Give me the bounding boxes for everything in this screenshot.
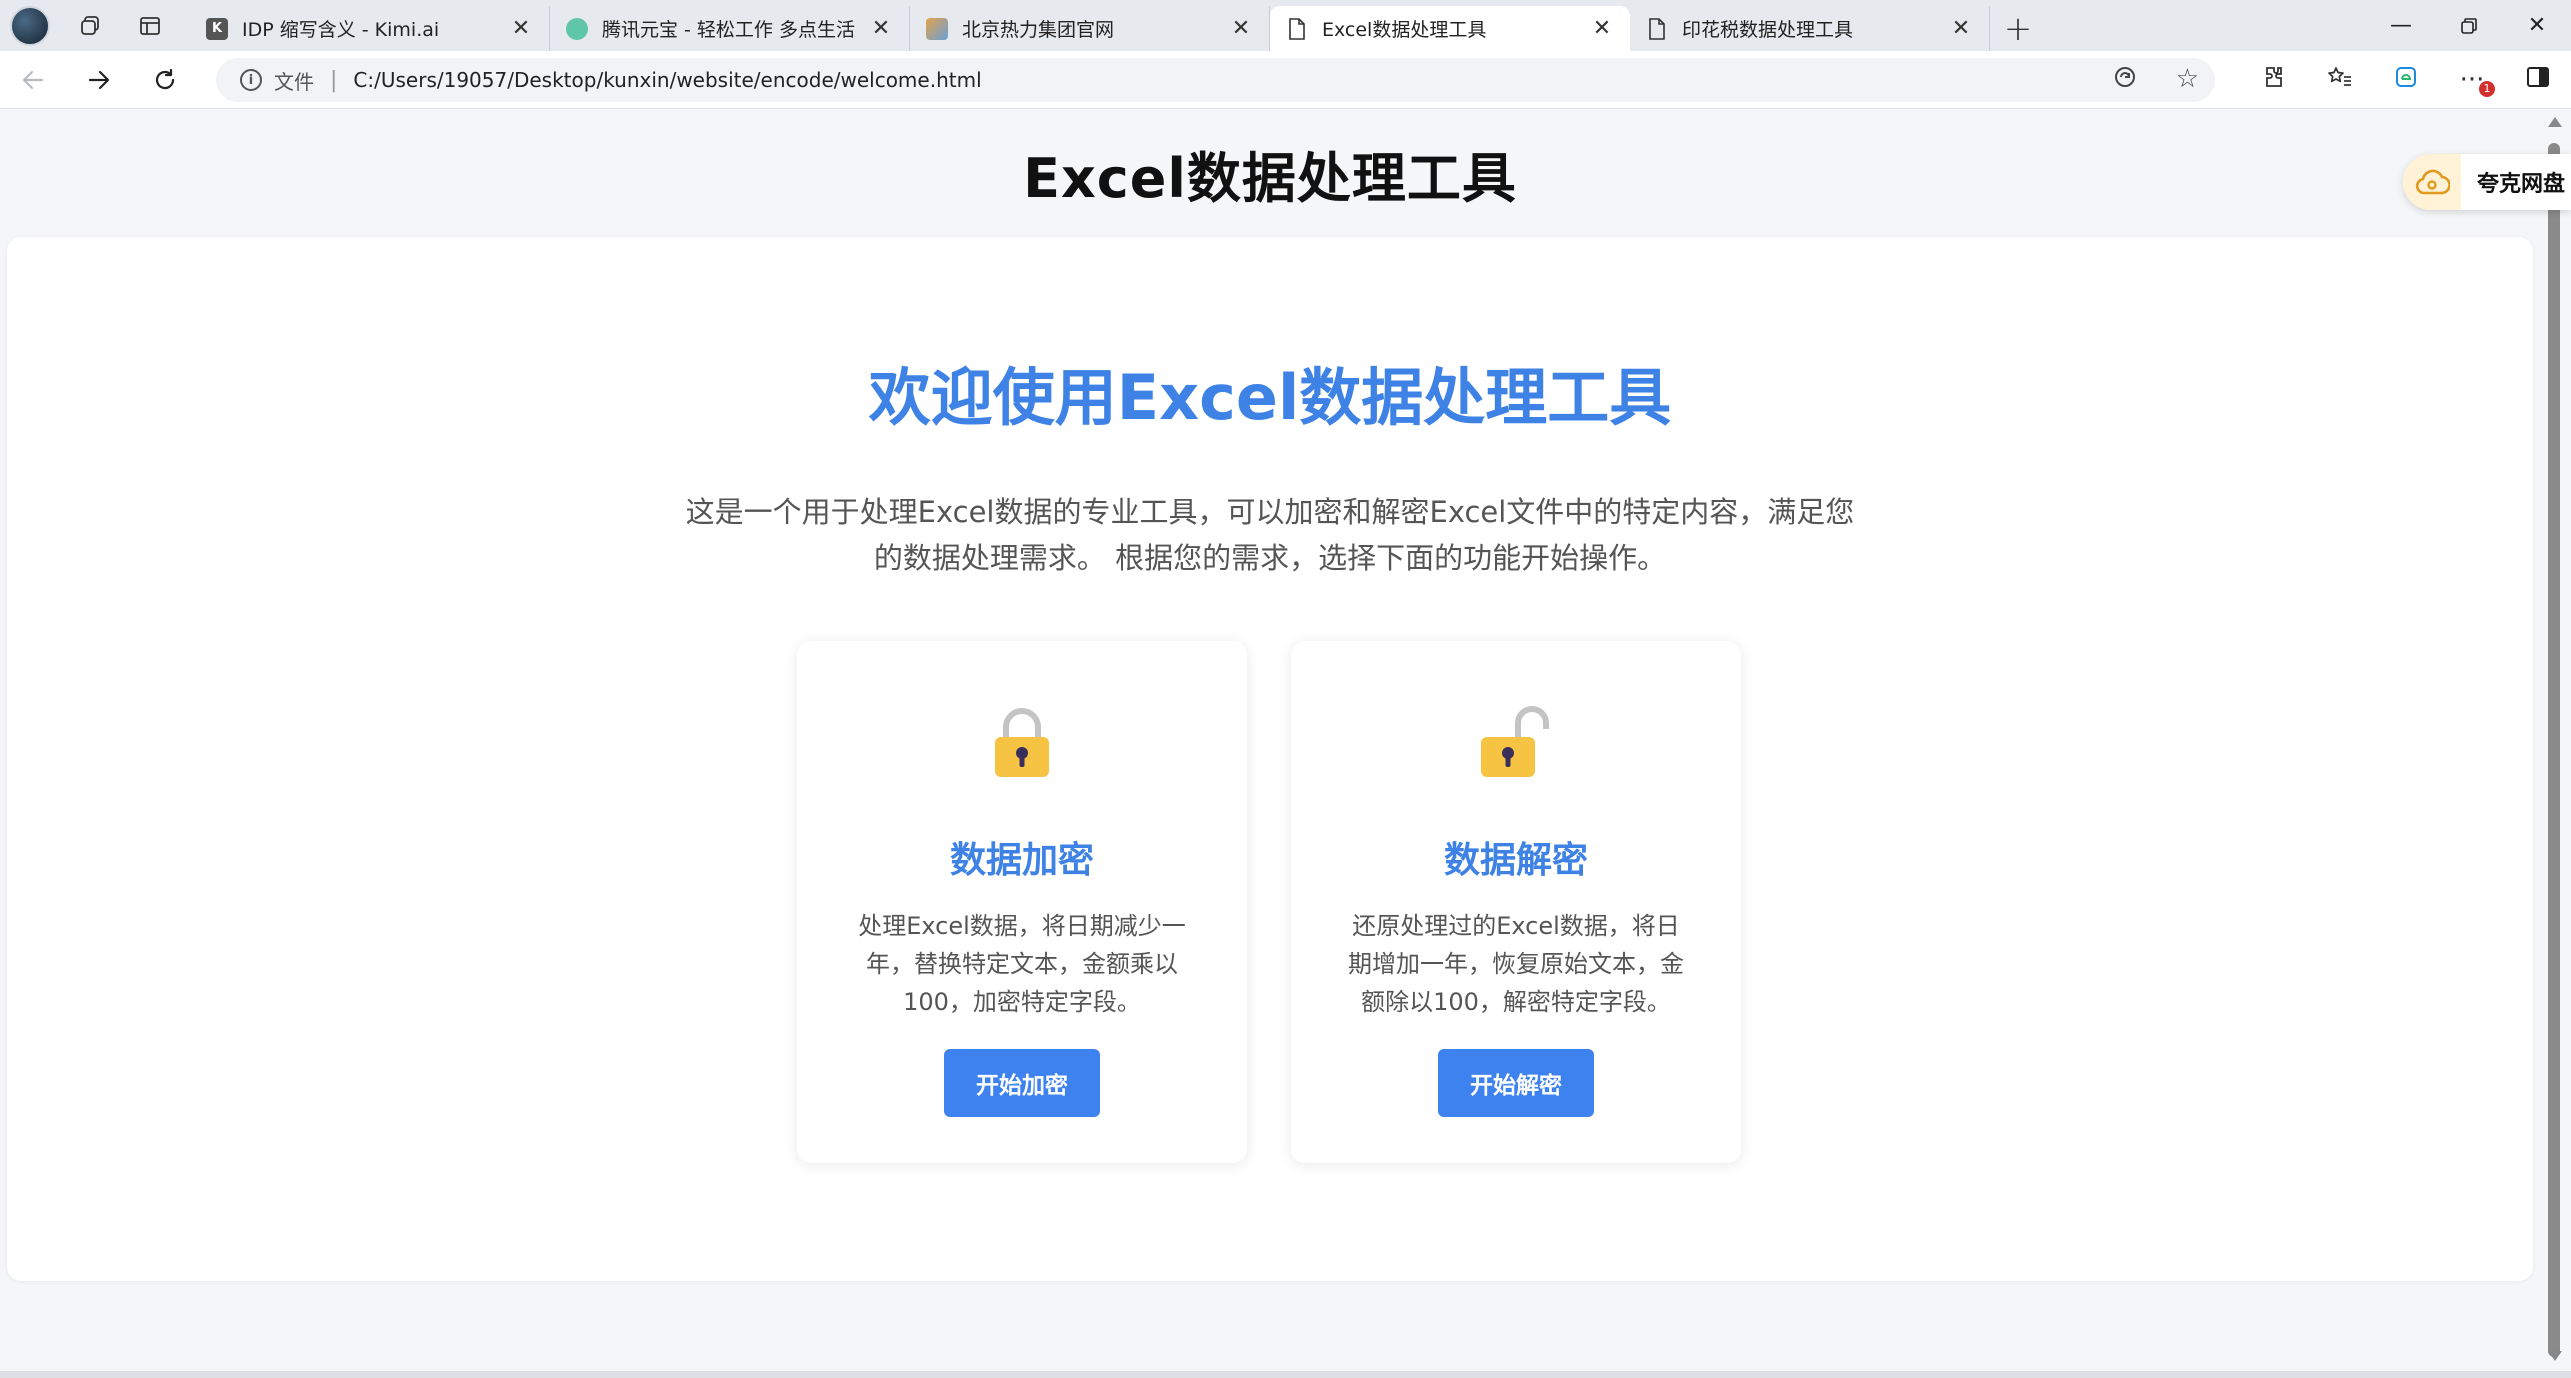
feature-title: 数据加密 [949, 840, 1094, 881]
tab-bjrl[interactable]: 北京热力集团官网 ✕ [910, 6, 1270, 51]
feature-title: 数据解密 [1443, 840, 1588, 881]
address-bar[interactable]: i 文件 | C:/Users/19057/Desktop/kunxin/web… [216, 58, 2215, 102]
new-tab-button[interactable]: + [1990, 6, 2046, 51]
close-tab-icon[interactable]: ✕ [509, 16, 533, 41]
back-icon[interactable] [0, 51, 66, 109]
feature-description: 处理Excel数据，将日期减少一年，替换特定文本，金额乘以100，加密特定字段。 [858, 912, 1186, 1016]
notification-badge: 1 [2479, 81, 2495, 97]
scrollbar-thumb[interactable] [2548, 143, 2560, 1357]
vertical-tabs-icon[interactable] [130, 6, 170, 46]
more-menu-icon[interactable]: ··· 1 [2439, 65, 2505, 97]
forward-icon[interactable] [66, 51, 132, 109]
start-decrypt-button[interactable]: 开始解密 [1438, 1049, 1594, 1117]
welcome-description: 这是一个用于处理Excel数据的专业工具，可以加密和解密Excel文件中的特定内… [685, 495, 1855, 575]
page-header: Excel数据处理工具 [0, 109, 2540, 237]
start-encrypt-button[interactable]: 开始加密 [944, 1049, 1100, 1117]
minimize-icon[interactable]: — [2367, 0, 2435, 51]
tab-stamp-tax-tool[interactable]: 印花税数据处理工具 ✕ [1630, 6, 1990, 51]
document-favicon-icon [1646, 17, 1668, 40]
tab-title: 腾讯元宝 - 轻松工作 多点生活 [602, 19, 855, 41]
welcome-title: 欢迎使用Excel数据处理工具 [868, 361, 1672, 434]
profile-avatar[interactable] [10, 5, 50, 46]
tab-kimi[interactable]: K IDP 缩写含义 - Kimi.ai ✕ [190, 6, 550, 51]
sidebar-toggle-icon[interactable] [2505, 65, 2571, 95]
feature-card-encrypt: 数据加密 处理Excel数据，将日期减少一年，替换特定文本，金额乘以100，加密… [797, 641, 1247, 1163]
workspaces-icon[interactable] [70, 6, 110, 46]
page-viewport: Excel数据处理工具 欢迎使用Excel数据处理工具 这是一个用于处理Exce… [0, 109, 2540, 1371]
quark-label: 夸克网盘 [2477, 172, 2566, 197]
page-title: Excel数据处理工具 [1023, 146, 1517, 210]
tab-title: 印花税数据处理工具 [1682, 19, 1854, 41]
close-tab-icon[interactable]: ✕ [1590, 16, 1614, 41]
feature-description: 还原处理过的Excel数据，将日期增加一年，恢复原始文本，金额除以100，解密特… [1348, 912, 1684, 1016]
omnibox-actions: ☆ [2112, 64, 2199, 97]
kimi-favicon-icon: K [206, 17, 228, 40]
feature-card-decrypt: 数据解密 还原处理过的Excel数据，将日期增加一年，恢复原始文本，金额除以10… [1291, 641, 1741, 1163]
favorite-star-icon[interactable]: ☆ [2176, 64, 2199, 97]
yuanbao-favicon-icon [566, 17, 588, 40]
favorites-icon[interactable] [2307, 65, 2373, 96]
edge-browser-icon[interactable] [2373, 65, 2439, 96]
quark-drive-widget[interactable]: 夸克网盘 [2403, 154, 2571, 210]
tab-excel-tool[interactable]: Excel数据处理工具 ✕ [1270, 6, 1630, 51]
close-tab-icon[interactable]: ✕ [1949, 16, 1973, 41]
refresh-icon[interactable] [132, 51, 198, 109]
scroll-up-icon[interactable] [2548, 117, 2562, 127]
tab-title: 北京热力集团官网 [962, 19, 1115, 41]
extensions-icon[interactable] [2241, 65, 2307, 96]
window-bottom-edge [0, 1371, 2571, 1378]
tab-title: Excel数据处理工具 [1322, 19, 1487, 41]
omnibox-separator: | [330, 67, 338, 93]
site-info-icon[interactable]: i [240, 69, 262, 91]
toolbar-actions: ··· 1 [2241, 51, 2571, 109]
restore-icon[interactable] [2435, 0, 2503, 51]
tab-strip-leading [0, 0, 170, 51]
tab-yuanbao[interactable]: 腾讯元宝 - 轻松工作 多点生活 ✕ [550, 6, 910, 51]
vertical-scrollbar[interactable] [2540, 109, 2571, 1371]
document-favicon-icon [1286, 17, 1308, 40]
read-aloud-icon[interactable] [2112, 64, 2138, 97]
browser-toolbar: i 文件 | C:/Users/19057/Desktop/kunxin/web… [0, 51, 2571, 109]
close-tab-icon[interactable]: ✕ [1229, 16, 1253, 41]
bjrl-favicon-icon [926, 17, 948, 40]
protocol-label: 文件 [274, 69, 314, 94]
lock-icon [797, 705, 1247, 785]
close-tab-icon[interactable]: ✕ [869, 16, 893, 41]
cloud-icon [2403, 154, 2461, 210]
window-controls: — ✕ [2367, 0, 2571, 51]
tab-title: IDP 缩写含义 - Kimi.ai [242, 19, 440, 41]
tab-strip: K IDP 缩写含义 - Kimi.ai ✕ 腾讯元宝 - 轻松工作 多点生活 … [0, 0, 2571, 51]
scroll-down-icon[interactable] [2548, 1351, 2562, 1361]
close-window-icon[interactable]: ✕ [2503, 0, 2571, 51]
url-text[interactable]: C:/Users/19057/Desktop/kunxin/website/en… [353, 68, 981, 92]
unlock-icon [1291, 705, 1741, 785]
